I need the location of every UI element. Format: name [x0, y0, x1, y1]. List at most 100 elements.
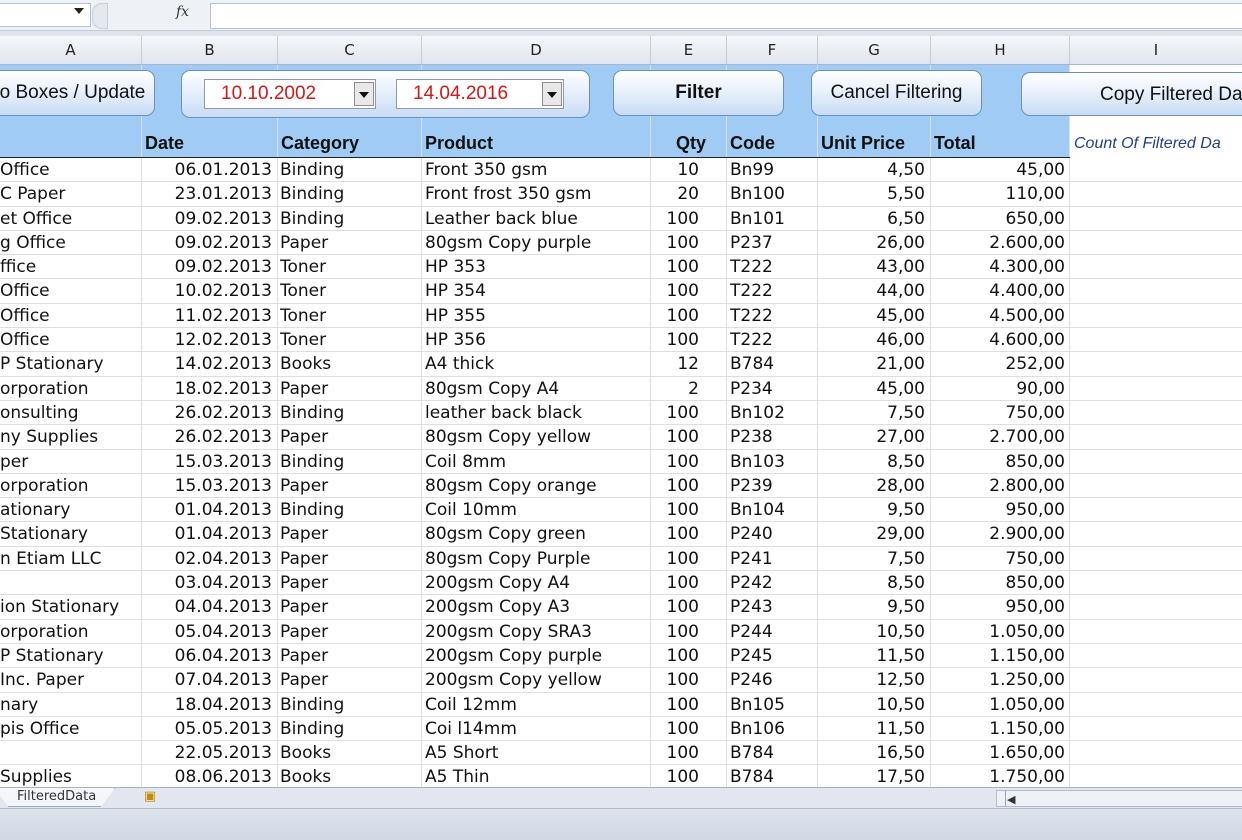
cell-product[interactable]: A4 thick: [425, 352, 649, 376]
cell-code[interactable]: P240: [730, 522, 816, 546]
cell-code[interactable]: P243: [730, 595, 816, 619]
cell-code[interactable]: Bn102: [730, 401, 816, 425]
cell-unit-price[interactable]: 28,00: [818, 474, 925, 498]
cell-date[interactable]: 03.04.2013: [142, 571, 272, 595]
cell-qty[interactable]: 2: [651, 377, 699, 401]
cell-product[interactable]: Front frost 350 gsm: [425, 182, 649, 206]
cell-total[interactable]: 4.400,00: [931, 279, 1065, 303]
cell-category[interactable]: Paper: [280, 668, 420, 692]
cell-customer[interactable]: P Stationary: [0, 352, 138, 376]
cell-product[interactable]: 200gsm Copy A4: [425, 571, 649, 595]
cell-code[interactable]: P245: [730, 644, 816, 668]
cell-date[interactable]: 08.06.2013: [142, 765, 272, 787]
formula-bar-grip[interactable]: [92, 3, 108, 29]
cell-code[interactable]: P241: [730, 547, 816, 571]
cell-category[interactable]: Toner: [280, 304, 420, 328]
name-box[interactable]: [0, 3, 91, 27]
cell-qty[interactable]: 100: [651, 450, 699, 474]
date-from-dropdown-icon[interactable]: [354, 82, 374, 106]
cell-category[interactable]: Paper: [280, 595, 420, 619]
cell-category[interactable]: Toner: [280, 328, 420, 352]
cell-category[interactable]: Binding: [280, 207, 420, 231]
scroll-left-icon[interactable]: ◀: [1007, 793, 1015, 806]
cell-product[interactable]: 80gsm Copy yellow: [425, 425, 649, 449]
cell-category[interactable]: Books: [280, 352, 420, 376]
cell-qty[interactable]: 100: [651, 765, 699, 787]
cell-unit-price[interactable]: 16,50: [818, 741, 925, 765]
cell-customer[interactable]: nary: [0, 693, 138, 717]
horizontal-scrollbar[interactable]: ◀: [996, 790, 1242, 807]
cell-product[interactable]: 80gsm Copy purple: [425, 231, 649, 255]
cell-customer[interactable]: pis Office: [0, 717, 138, 741]
cell-total[interactable]: 850,00: [931, 450, 1065, 474]
cell-total[interactable]: 750,00: [931, 547, 1065, 571]
cell-total[interactable]: 90,00: [931, 377, 1065, 401]
cell-customer[interactable]: ffice: [0, 255, 138, 279]
cell-qty[interactable]: 100: [651, 741, 699, 765]
cell-qty[interactable]: 100: [651, 231, 699, 255]
cell-unit-price[interactable]: 45,00: [818, 304, 925, 328]
cell-customer[interactable]: Inc. Paper: [0, 668, 138, 692]
cell-product[interactable]: 200gsm Copy purple: [425, 644, 649, 668]
cell-category[interactable]: Binding: [280, 450, 420, 474]
cell-unit-price[interactable]: 7,50: [818, 547, 925, 571]
cell-date[interactable]: 02.04.2013: [142, 547, 272, 571]
cell-product[interactable]: 80gsm Copy A4: [425, 377, 649, 401]
cell-qty[interactable]: 12: [651, 352, 699, 376]
cell-customer[interactable]: [0, 571, 138, 595]
cell-date[interactable]: 04.04.2013: [142, 595, 272, 619]
date-from-combo[interactable]: 10.10.2002: [204, 79, 376, 109]
cell-category[interactable]: Paper: [280, 231, 420, 255]
cell-category[interactable]: Paper: [280, 547, 420, 571]
date-to-combo[interactable]: 14.04.2016: [396, 79, 564, 109]
cell-product[interactable]: Coil 8mm: [425, 450, 649, 474]
cell-total[interactable]: 1.050,00: [931, 620, 1065, 644]
cell-unit-price[interactable]: 9,50: [818, 595, 925, 619]
cell-qty[interactable]: 100: [651, 620, 699, 644]
cell-code[interactable]: P242: [730, 571, 816, 595]
cell-code[interactable]: P237: [730, 231, 816, 255]
cell-total[interactable]: 2.900,00: [931, 522, 1065, 546]
cell-code[interactable]: B784: [730, 765, 816, 787]
cell-product[interactable]: A5 Short: [425, 741, 649, 765]
column-header-d[interactable]: D: [422, 36, 651, 64]
cell-unit-price[interactable]: 43,00: [818, 255, 925, 279]
cell-category[interactable]: Paper: [280, 425, 420, 449]
cell-category[interactable]: Books: [280, 765, 420, 787]
cell-code[interactable]: T222: [730, 328, 816, 352]
cell-unit-price[interactable]: 44,00: [818, 279, 925, 303]
cell-date[interactable]: 26.02.2013: [142, 401, 272, 425]
cell-total[interactable]: 2.800,00: [931, 474, 1065, 498]
cell-category[interactable]: Paper: [280, 644, 420, 668]
cell-unit-price[interactable]: 7,50: [818, 401, 925, 425]
cell-total[interactable]: 2.600,00: [931, 231, 1065, 255]
cell-date[interactable]: 26.02.2013: [142, 425, 272, 449]
cell-total[interactable]: 1.250,00: [931, 668, 1065, 692]
cell-qty[interactable]: 100: [651, 425, 699, 449]
cell-unit-price[interactable]: 27,00: [818, 425, 925, 449]
cell-customer[interactable]: ny Supplies: [0, 425, 138, 449]
cell-code[interactable]: T222: [730, 279, 816, 303]
cell-customer[interactable]: n Etiam LLC: [0, 547, 138, 571]
cell-total[interactable]: 1.750,00: [931, 765, 1065, 787]
cell-qty[interactable]: 100: [651, 522, 699, 546]
cell-category[interactable]: Binding: [280, 717, 420, 741]
cell-customer[interactable]: Stationary: [0, 522, 138, 546]
cell-unit-price[interactable]: 8,50: [818, 571, 925, 595]
cell-total[interactable]: 1.150,00: [931, 717, 1065, 741]
cell-unit-price[interactable]: 11,50: [818, 644, 925, 668]
cell-customer[interactable]: g Office: [0, 231, 138, 255]
scrollbar-split-handle[interactable]: [997, 791, 1006, 806]
cell-date[interactable]: 07.04.2013: [142, 668, 272, 692]
cell-total[interactable]: 950,00: [931, 595, 1065, 619]
cell-total[interactable]: 4.600,00: [931, 328, 1065, 352]
cell-qty[interactable]: 100: [651, 304, 699, 328]
cell-code[interactable]: Bn101: [730, 207, 816, 231]
cell-code[interactable]: T222: [730, 304, 816, 328]
cell-qty[interactable]: 100: [651, 668, 699, 692]
cell-qty[interactable]: 100: [651, 279, 699, 303]
cell-customer[interactable]: ion Stationary: [0, 595, 138, 619]
filter-button[interactable]: Filter: [613, 70, 784, 116]
cell-total[interactable]: 252,00: [931, 352, 1065, 376]
cell-total[interactable]: 1.150,00: [931, 644, 1065, 668]
